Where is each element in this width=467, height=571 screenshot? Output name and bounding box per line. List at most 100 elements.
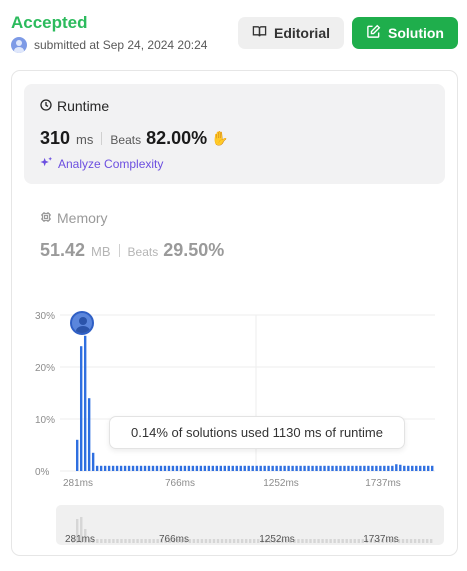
histogram-bar: [311, 465, 314, 471]
runtime-beats-value: 82.00%: [146, 128, 208, 148]
mini-x-tick-label: 1252ms: [259, 534, 295, 545]
mini-bar: [96, 539, 99, 543]
histogram-bar: [103, 465, 107, 471]
editorial-label: Editorial: [273, 25, 330, 41]
mini-bar: [124, 539, 127, 543]
histogram-bar: [167, 465, 171, 471]
mini-bar: [120, 539, 123, 543]
histogram-bar: [319, 465, 322, 471]
memory-beats-value: 29.50%: [163, 240, 225, 260]
mini-bar: [200, 539, 204, 543]
y-tick-label: 20%: [35, 363, 55, 374]
histogram-bar: [227, 465, 230, 471]
submitted-row: submitted at Sep 24, 2024 20:24: [11, 37, 224, 53]
divider: [118, 244, 120, 257]
mini-bar: [357, 539, 360, 543]
histogram-bar: [131, 465, 135, 471]
memory-title: Memory: [57, 210, 108, 226]
range-selector[interactable]: 281ms 766ms 1252ms 1737ms: [56, 505, 444, 545]
mini-bar: [429, 539, 433, 543]
mini-bar: [297, 539, 300, 543]
histogram-bar: [271, 465, 274, 471]
your-submission-avatar[interactable]: [70, 311, 94, 335]
solution-label: Solution: [388, 25, 444, 41]
editorial-button[interactable]: Editorial: [238, 17, 344, 49]
histogram-bar: [339, 465, 342, 471]
mini-bar: [196, 539, 200, 543]
range-selector-chart[interactable]: 281ms 766ms 1252ms 1737ms: [56, 505, 444, 545]
mini-bar: [333, 539, 336, 543]
histogram-bar: [91, 452, 95, 471]
mini-bar: [136, 539, 139, 543]
runtime-distribution-chart[interactable]: 30% 20% 10% 0% 281ms 766ms 1252ms 1737ms: [0, 300, 467, 500]
runtime-unit: ms: [76, 132, 94, 147]
histogram-bar: [335, 465, 338, 471]
histogram-bar: [99, 465, 103, 471]
histogram-bar: [143, 465, 147, 471]
histogram-bar: [123, 465, 127, 471]
histogram-bar: [243, 465, 246, 471]
memory-heading[interactable]: Memory: [40, 210, 108, 226]
histogram-bar: [211, 465, 215, 471]
histogram-bar: [375, 465, 378, 471]
histogram-bar: [111, 465, 115, 471]
mini-bar: [192, 539, 196, 543]
mini-bar: [321, 539, 324, 543]
mini-bar: [409, 539, 413, 543]
mini-bar: [232, 539, 236, 543]
histogram-bar: [267, 465, 270, 471]
histogram-bar: [199, 465, 203, 471]
histogram-bar: [247, 465, 250, 471]
mini-bar: [116, 539, 119, 543]
histogram-bar: [379, 465, 382, 471]
mini-bar: [204, 539, 208, 543]
memory-values: 51.42 MB Beats 29.50%: [40, 240, 224, 261]
y-tick-label: 10%: [35, 415, 55, 426]
histogram-bar: [363, 465, 366, 471]
histogram-bar: [95, 465, 99, 471]
mini-bar: [212, 539, 216, 543]
memory-beats-label: Beats: [127, 245, 159, 259]
divider: [101, 132, 103, 145]
chart-tooltip: 0.14% of solutions used 1130 ms of runti…: [109, 416, 405, 449]
mini-bar: [240, 539, 244, 543]
histogram-bar: [383, 465, 386, 471]
runtime-beats-label: Beats: [110, 133, 142, 147]
mini-bar: [425, 539, 429, 543]
histogram-bar: [139, 465, 143, 471]
histogram-bar: [231, 465, 234, 471]
mini-bar: [421, 539, 425, 543]
histogram-bar: [235, 465, 238, 471]
histogram-bar: [171, 465, 175, 471]
histogram-bar: [83, 335, 87, 471]
histogram-bar: [255, 465, 258, 471]
analyze-label: Analyze Complexity: [58, 157, 164, 171]
mini-bar: [313, 539, 316, 543]
histogram-bar: [219, 465, 222, 471]
mini-bar: [248, 539, 252, 543]
mini-x-tick-label: 281ms: [65, 534, 95, 545]
mini-bar: [132, 539, 135, 543]
runtime-title: Runtime: [57, 98, 110, 114]
histogram-bar: [283, 465, 286, 471]
runtime-value: 310: [40, 128, 71, 148]
mini-x-tick-label: 766ms: [159, 534, 189, 545]
mini-bar: [305, 539, 308, 543]
mini-bar: [341, 539, 344, 543]
histogram-bar: [147, 465, 151, 471]
histogram-bar: [239, 465, 242, 471]
histogram-bar: [347, 465, 350, 471]
histogram-bar: [359, 465, 362, 471]
histogram-bar: [387, 465, 390, 471]
histogram-bar: [179, 465, 183, 471]
mini-bar: [152, 539, 155, 543]
runtime-card[interactable]: Runtime 310 ms Beats 82.00% ✋ Analyze Co…: [24, 84, 445, 184]
histogram-bar: [195, 465, 199, 471]
mini-bar: [224, 539, 228, 543]
histogram-bar: [159, 465, 163, 471]
mini-bar: [128, 539, 131, 543]
solution-button[interactable]: Solution: [352, 17, 458, 49]
analyze-complexity-link[interactable]: Analyze Complexity: [40, 156, 163, 172]
histogram-bar: [183, 465, 187, 471]
histogram-bar: [79, 346, 83, 471]
